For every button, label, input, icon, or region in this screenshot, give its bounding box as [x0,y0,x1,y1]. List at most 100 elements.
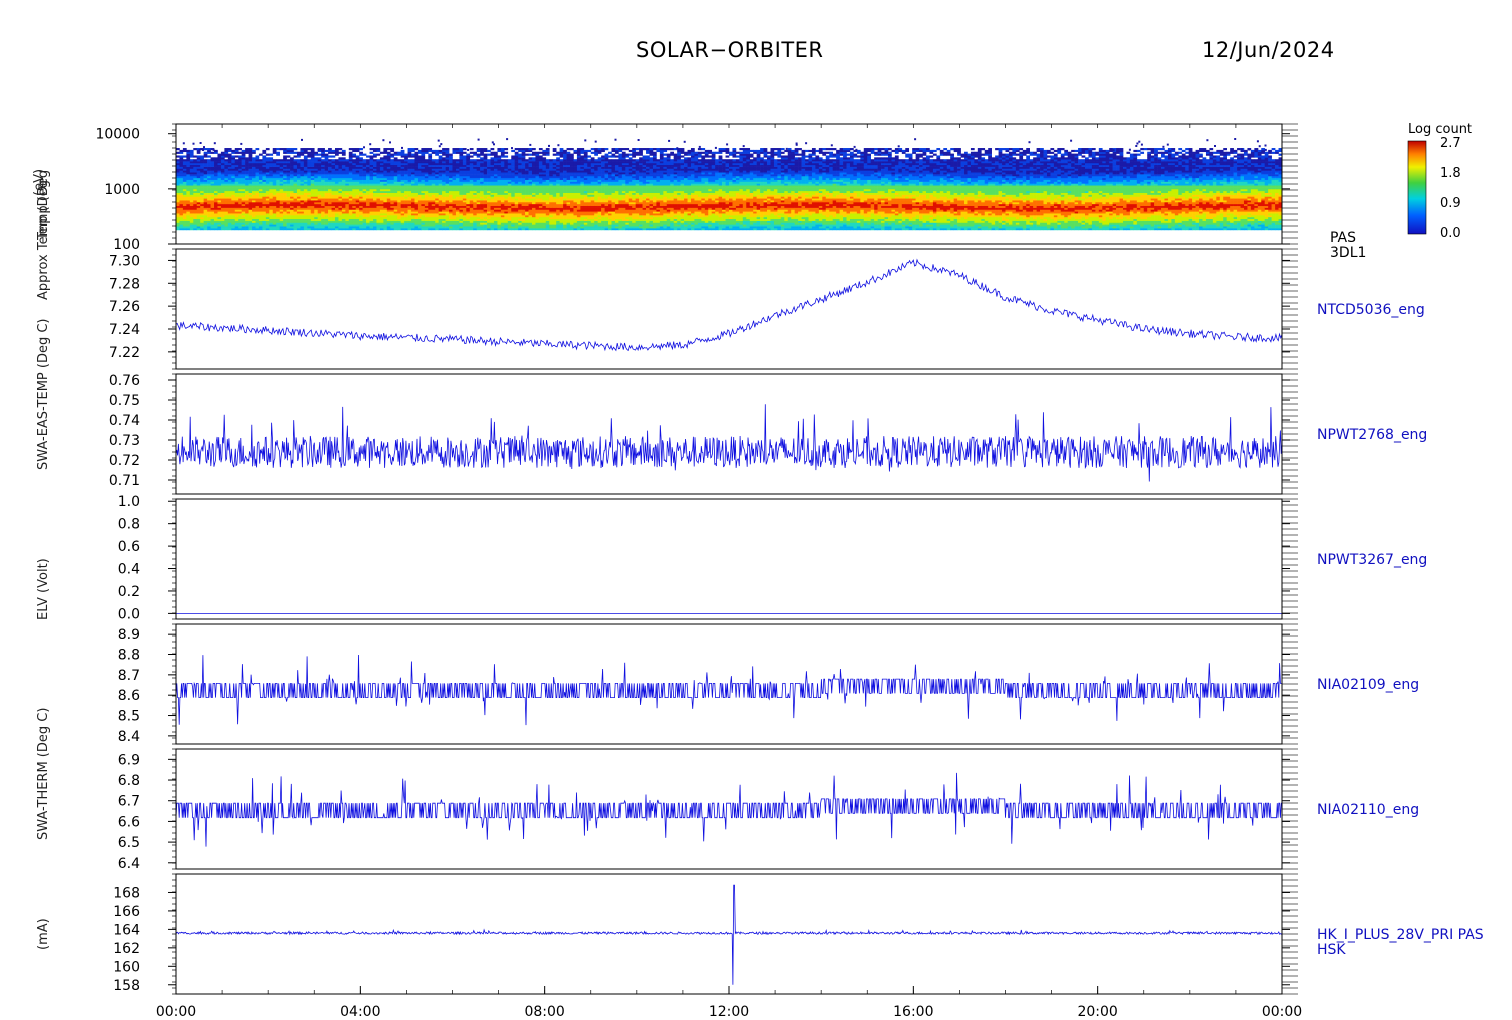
spectrogram-cell [500,220,505,223]
spectrogram-cell [293,216,298,220]
spectrogram-cell [214,185,218,188]
spectrogram-cell [255,224,260,227]
spectrogram-cell [455,192,460,195]
spectrogram-cell [483,211,488,214]
spectrogram-cell [576,205,581,208]
spectrogram-cell [428,203,433,207]
spectrogram-cell [231,213,236,216]
spectrogram-cell [397,220,401,223]
spectrogram-cell [411,168,415,171]
spectrogram-cell [359,175,363,179]
spectrogram-cell [393,170,398,173]
spectrogram-cell [511,174,516,177]
spectrogram-cell [379,177,384,180]
spectrogram-cell [186,224,191,227]
spectrogram-cell [497,179,502,182]
spectrogram-cell [483,148,488,151]
spectrogram-cell [469,192,474,195]
spectrogram-cell [483,209,488,212]
spectrogram-cell [573,216,578,220]
spectrogram-cell [231,202,236,205]
spectrogram-cell [531,205,536,208]
spectrogram-cell [497,194,502,197]
spectrogram-cell [407,148,412,151]
spectrogram-cell [563,196,567,199]
spectrogram-cell [283,202,287,205]
spectrogram-cell [300,207,305,210]
spectrogram-cell [570,222,574,225]
spectrogram-cell [234,185,239,188]
spectrogram-cell [210,205,215,208]
spectrogram-cell [414,179,419,182]
spectrogram-cell [248,198,253,201]
spectrogram-cell [373,196,377,199]
spectrogram-cell [176,226,180,229]
spectrogram-cell [286,211,291,214]
spectrogram-cell [442,228,446,231]
spectrogram-cell [390,211,395,214]
spectrogram-cell [355,216,360,220]
spectrogram-cell [552,211,557,214]
spectrogram-cell [455,172,460,175]
spectrogram-cell [300,151,305,154]
spectrogram-cell [359,209,363,212]
spectrogram-cell [493,174,498,177]
spectrogram-cell [414,220,419,223]
spectrogram-cell [469,203,474,207]
spectrogram-cell [521,218,526,221]
spectrogram-cell [414,222,419,225]
spectrogram-cell [566,170,571,173]
spectrogram-cell [269,218,274,221]
spectrogram-cell [348,153,353,156]
spectrogram-cell [424,200,429,203]
spectrogram-cell [196,159,201,162]
spectrogram-cell [324,190,329,193]
spectrogram-cell [435,164,439,167]
spectrogram-cell [376,200,381,203]
spectrogram-cell [373,172,377,175]
spectrogram-cell [252,215,256,218]
spectrogram-cell [559,166,564,169]
spectrogram-cell [442,162,446,166]
spectrogram-cell [573,166,578,169]
spectrogram-cell [279,218,284,221]
spectrogram-cell [497,203,502,207]
spectrogram-cell [393,157,398,160]
spectrogram-cell [462,181,467,184]
spectrogram-cell [525,179,529,182]
spectrogram-cell [511,181,516,184]
spectrogram-cell [366,228,370,231]
spectrogram-cell [576,166,581,169]
spectrogram-cell [452,211,457,214]
spectrogram-cell [559,224,564,227]
spectrogram-cell [176,168,180,171]
spectrogram-cell [262,216,267,220]
spectrogram-cell [369,211,374,214]
spectrogram-cell [587,228,592,231]
spectrogram-cell [220,183,225,186]
spectrogram-cell [386,181,391,184]
spectrogram-cell [369,198,374,201]
spectrogram-cell [345,226,350,229]
spectrogram-cell [587,200,592,203]
spectrogram-cell [203,198,208,201]
spectrogram-cell [573,194,578,197]
spectrogram-cell [549,226,554,229]
spectrogram-cell [379,164,384,167]
spectrogram-cell [462,222,467,225]
spectrogram-cell [552,148,557,151]
spectrogram-cell [507,202,512,205]
spectrogram-cell [424,170,429,173]
spectrogram-cell [421,185,426,188]
spectrogram-cell [404,153,408,156]
spectrogram-cell [203,161,208,164]
spectrogram-cell [476,226,481,229]
spectrogram-cell [390,155,395,158]
spectrogram-cell [476,215,481,218]
spectrogram-cell [283,157,287,160]
spectrogram-cell [556,157,560,160]
spectrogram-cell [435,211,439,214]
spectrogram-cell [200,209,204,212]
spectrogram-cell [214,159,218,162]
spectrogram-cell [507,166,512,169]
